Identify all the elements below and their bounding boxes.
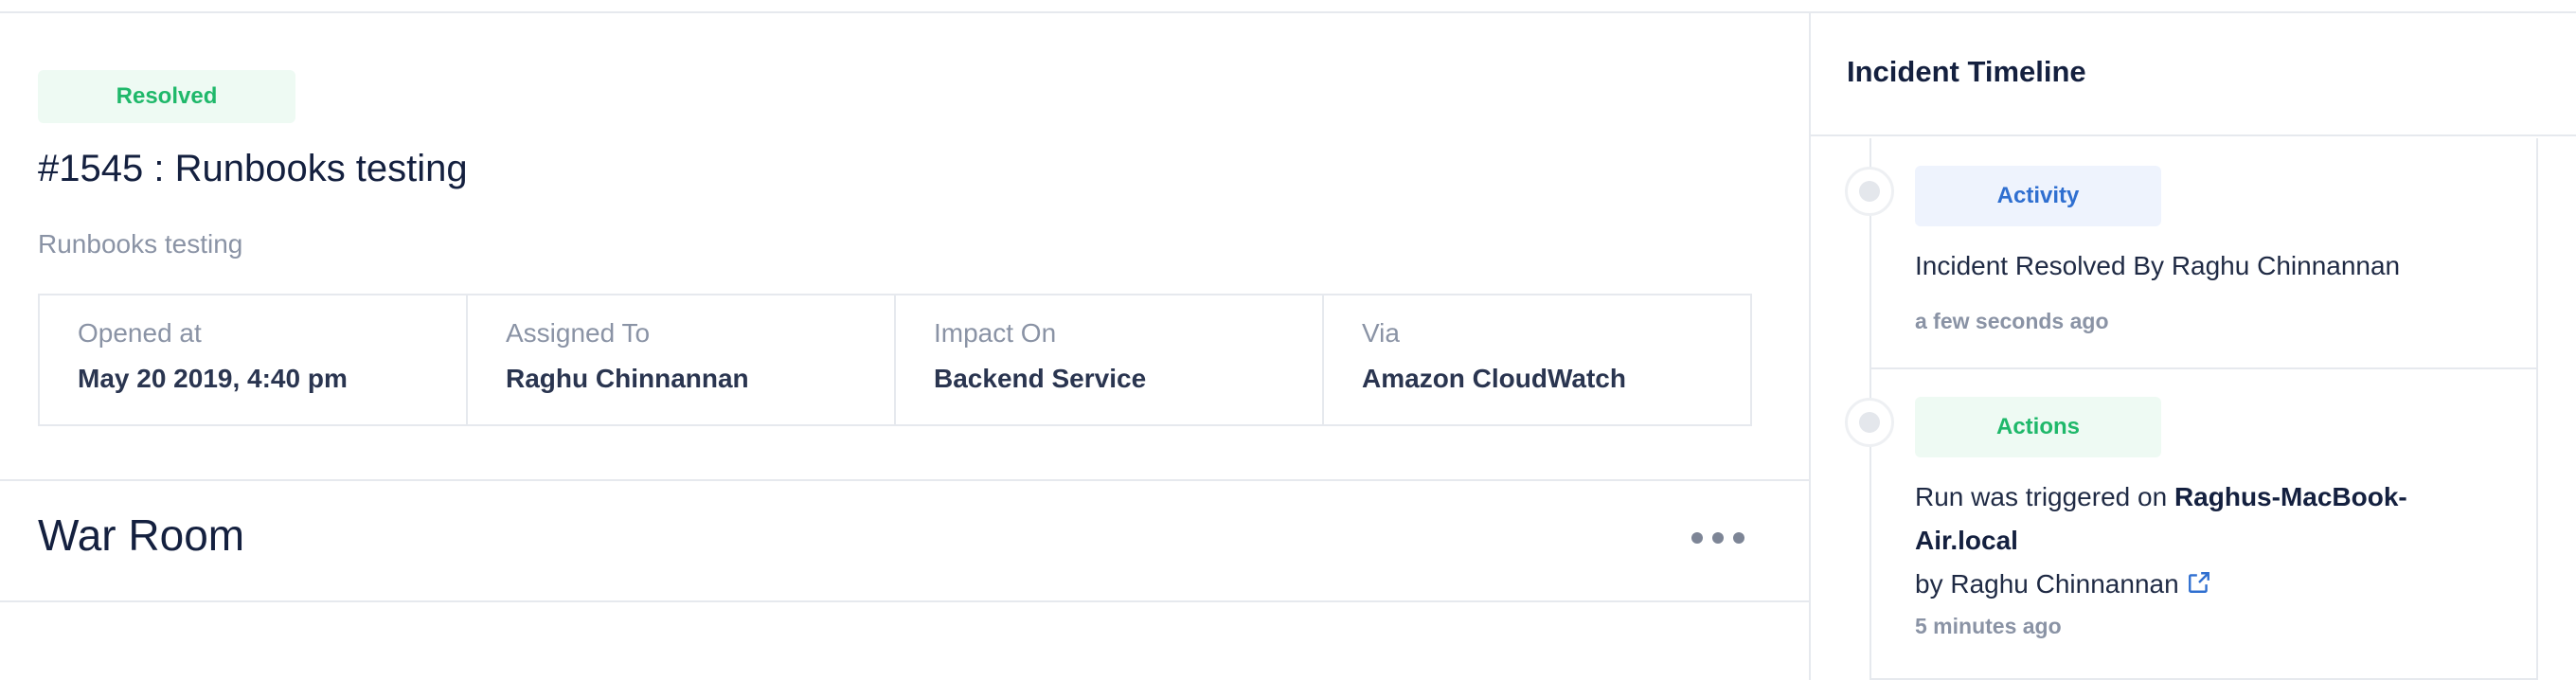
host-name: Raghus-MacBook-	[2174, 482, 2407, 511]
incident-info-table: Opened at May 20 2019, 4:40 pm Assigned …	[38, 294, 1752, 426]
triggered-by: by Raghu Chinnannan	[1915, 569, 2179, 599]
timeline-dot-icon	[1845, 167, 1894, 216]
info-label: Opened at	[78, 318, 202, 348]
top-bar	[0, 0, 2576, 13]
timeline-entry-time: a few seconds ago	[1915, 309, 2109, 333]
info-value: Backend Service	[934, 364, 1147, 393]
timeline-entry-time: 5 minutes ago	[1915, 614, 2062, 638]
impact-on-cell: Impact On Backend Service	[896, 295, 1324, 424]
info-value: Amazon CloudWatch	[1362, 364, 1626, 393]
run-prefix: Run was triggered on	[1915, 482, 2174, 511]
info-label: Assigned To	[506, 318, 651, 348]
triggered-by-line: by Raghu Chinnannan	[1915, 563, 2502, 608]
run-triggered-line: Run was triggered on Raghus-MacBook-	[1915, 475, 2502, 519]
timeline-entry-text: Run was triggered on Raghus-MacBook- Air…	[1915, 475, 2502, 608]
incident-timeline-panel: Incident Timeline Activity Incident Reso…	[1809, 13, 2576, 680]
host-name-continuation: Air.local	[1915, 519, 2502, 563]
opened-at-cell: Opened at May 20 2019, 4:40 pm	[40, 295, 468, 424]
info-label: Via	[1362, 318, 1400, 348]
timeline-header: Incident Timeline	[1811, 13, 2576, 136]
external-link-icon[interactable]	[2187, 564, 2211, 608]
timeline-entry: Actions Run was triggered on Raghus-MacB…	[1845, 369, 2538, 680]
incident-description: Runbooks testing	[38, 229, 243, 259]
host-name: Air.local	[1915, 526, 2018, 555]
timeline-list[interactable]: Activity Incident Resolved By Raghu Chin…	[1811, 138, 2538, 680]
dot	[1733, 532, 1744, 544]
dot	[1691, 532, 1703, 544]
status-badge: Resolved	[38, 70, 295, 123]
dot	[1712, 532, 1724, 544]
timeline-title: Incident Timeline	[1847, 55, 2086, 88]
more-horizontal-icon[interactable]	[1691, 519, 1744, 557]
actions-badge: Actions	[1915, 397, 2161, 457]
war-room-section: War Room	[0, 479, 1809, 602]
timeline-entry: Activity Incident Resolved By Raghu Chin…	[1845, 138, 2538, 369]
timeline-dot-icon	[1845, 398, 1894, 447]
info-value: Raghu Chinnannan	[506, 364, 749, 393]
via-cell: Via Amazon CloudWatch	[1324, 295, 1750, 424]
info-label: Impact On	[934, 318, 1057, 348]
activity-badge: Activity	[1915, 166, 2161, 226]
info-value: May 20 2019, 4:40 pm	[78, 364, 348, 393]
incident-title: #1545 : Runbooks testing	[38, 148, 468, 189]
timeline-entry-text: Incident Resolved By Raghu Chinnannan	[1915, 251, 2401, 280]
assigned-to-cell: Assigned To Raghu Chinnannan	[468, 295, 896, 424]
war-room-title: War Room	[38, 510, 245, 560]
